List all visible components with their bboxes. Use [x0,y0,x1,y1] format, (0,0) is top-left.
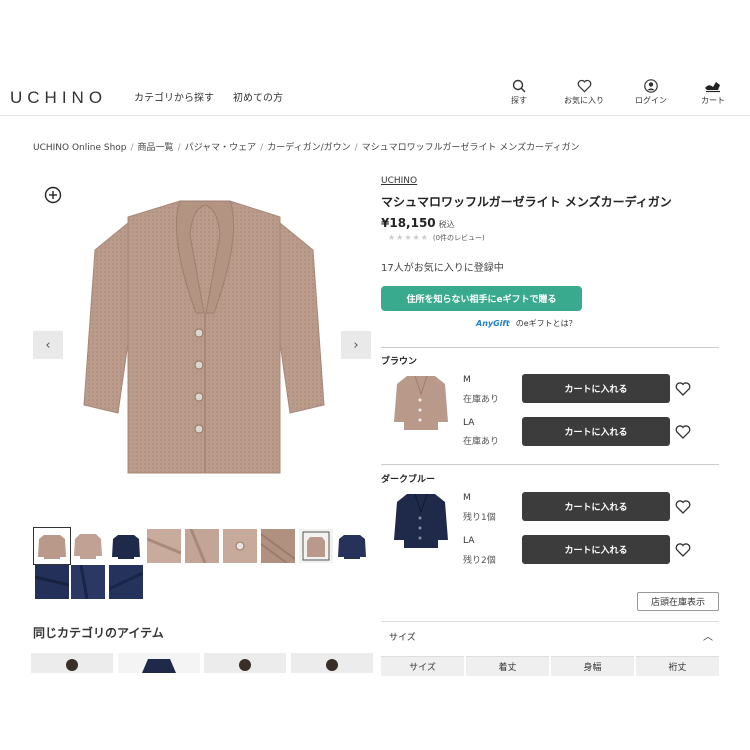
header-search-label: 探す [511,96,527,105]
heart-icon [577,79,591,93]
star-rating-icon: ★★★★★ [388,233,429,242]
add-to-cart-button[interactable]: カートに入れる [522,492,670,521]
header-cart-label: カート [701,96,725,105]
chevron-left-icon: ‹ [45,337,51,353]
related-items-title: 同じカテゴリのアイテム [33,626,164,640]
thumbnail[interactable] [299,529,333,563]
store-stock-button[interactable]: 店頭在庫表示 [637,592,719,611]
stock-status: 在庫あり [463,437,500,447]
breadcrumb-item[interactable]: パジャマ・ウェア [185,143,257,153]
product-main-image[interactable] [80,195,330,480]
favorite-heart-icon[interactable] [675,499,691,515]
variant-darkblue-image [393,490,449,550]
add-to-cart-button[interactable]: カートに入れる [522,374,670,403]
stock-status: 残り1個 [463,513,496,523]
site-logo[interactable]: UCHINO [10,88,107,108]
nav-category-search[interactable]: カテゴリから探す [134,89,214,104]
breadcrumb-separator: / [260,143,264,153]
breadcrumb-separator: / [177,143,181,153]
chevron-up-icon: ︿ [703,632,713,643]
rating[interactable]: ★★★★★ (0件のレビュー) [388,233,485,243]
user-icon [644,79,658,93]
egift-button[interactable]: 住所を知らない相手にeギフトで贈る [381,286,582,311]
favorite-heart-icon[interactable] [675,424,691,440]
size-label: M [463,493,471,503]
anygift-logo: AnyGift [476,319,510,328]
review-count: (0件のレビュー) [432,234,485,242]
variant-brown-image [393,372,449,432]
size-table-header: サイズ 着丈 身幅 裄丈 [381,656,719,676]
site-header: UCHINO カテゴリから探す 初めての方 探す お気に入り ログイン カート [0,76,750,116]
add-to-cart-button[interactable]: カートに入れる [522,417,670,446]
breadcrumb-separator: / [354,143,358,153]
size-label: LA [463,536,475,546]
variant-color-label: ダークブルー [381,475,436,485]
size-label: LA [463,418,475,428]
search-icon [512,79,526,93]
anygift-info[interactable]: AnyGift のeギフトとは？ [476,318,577,329]
product-price: ¥18,150 税込 [381,216,455,230]
thumbnail[interactable] [71,529,105,563]
thumbnail[interactable] [71,565,105,599]
breadcrumb-item[interactable]: カーディガン/ガウン [267,143,350,153]
thumbnail[interactable] [335,529,369,563]
header-cart[interactable]: カート [685,79,741,106]
header-login[interactable]: ログイン [623,79,679,106]
thumbnail[interactable] [185,529,219,563]
header-search[interactable]: 探す [491,79,547,106]
tax-label: 税込 [438,220,455,229]
thumbnail[interactable] [147,529,181,563]
breadcrumb-separator: / [130,143,134,153]
size-accordion[interactable]: サイズ ︿ [381,621,719,649]
breadcrumb: UCHINO Online Shop / 商品一覧 / パジャマ・ウェア / カーディガン/… [33,140,579,153]
related-item-card[interactable] [118,653,200,673]
favorite-heart-icon[interactable] [675,542,691,558]
variant-color-label: ブラウン [381,357,418,367]
favorite-count: 17人がお気に入りに登録中 [381,263,504,274]
zoom-plus-icon[interactable] [44,186,62,204]
brand-link[interactable]: UCHINO [381,176,417,186]
nav-first-time[interactable]: 初めての方 [233,89,283,104]
related-item-card[interactable] [31,653,113,673]
size-table-column: 着丈 [466,656,549,676]
price-value: ¥18,150 [381,216,436,230]
header-favorites[interactable]: お気に入り [556,79,612,106]
header-login-label: ログイン [635,96,667,105]
breadcrumb-item[interactable]: UCHINO Online Shop [33,143,127,153]
size-label: M [463,375,471,385]
size-table-column: 身幅 [551,656,634,676]
product-title: マシュマロワッフルガーゼライト メンズカーディガン [381,195,672,209]
thumbnail[interactable] [223,529,257,563]
related-item-card[interactable] [204,653,286,673]
divider [381,347,719,348]
size-table-column: 裄丈 [636,656,719,676]
thumbnail[interactable] [109,565,143,599]
size-table-column: サイズ [381,656,464,676]
thumbnail[interactable] [109,529,143,563]
thumbnail[interactable] [33,527,71,565]
gallery-next-button[interactable]: › [341,331,371,359]
thumbnail[interactable] [261,529,295,563]
breadcrumb-item[interactable]: 商品一覧 [138,143,174,153]
gallery-prev-button[interactable]: ‹ [33,331,63,359]
add-to-cart-button[interactable]: カートに入れる [522,535,670,564]
stock-status: 在庫あり [463,395,500,405]
stock-status: 残り2個 [463,556,496,566]
size-accordion-label: サイズ [389,633,416,643]
thumbnail[interactable] [35,565,69,599]
cart-icon [705,82,720,93]
related-item-card[interactable] [291,653,373,673]
divider [381,464,719,465]
breadcrumb-current: マシュマロワッフルガーゼライト メンズカーディガン [361,143,580,153]
header-favorites-label: お気に入り [564,96,604,105]
anygift-link[interactable]: のeギフトとは？ [516,318,577,329]
chevron-right-icon: › [353,337,359,353]
favorite-heart-icon[interactable] [675,381,691,397]
